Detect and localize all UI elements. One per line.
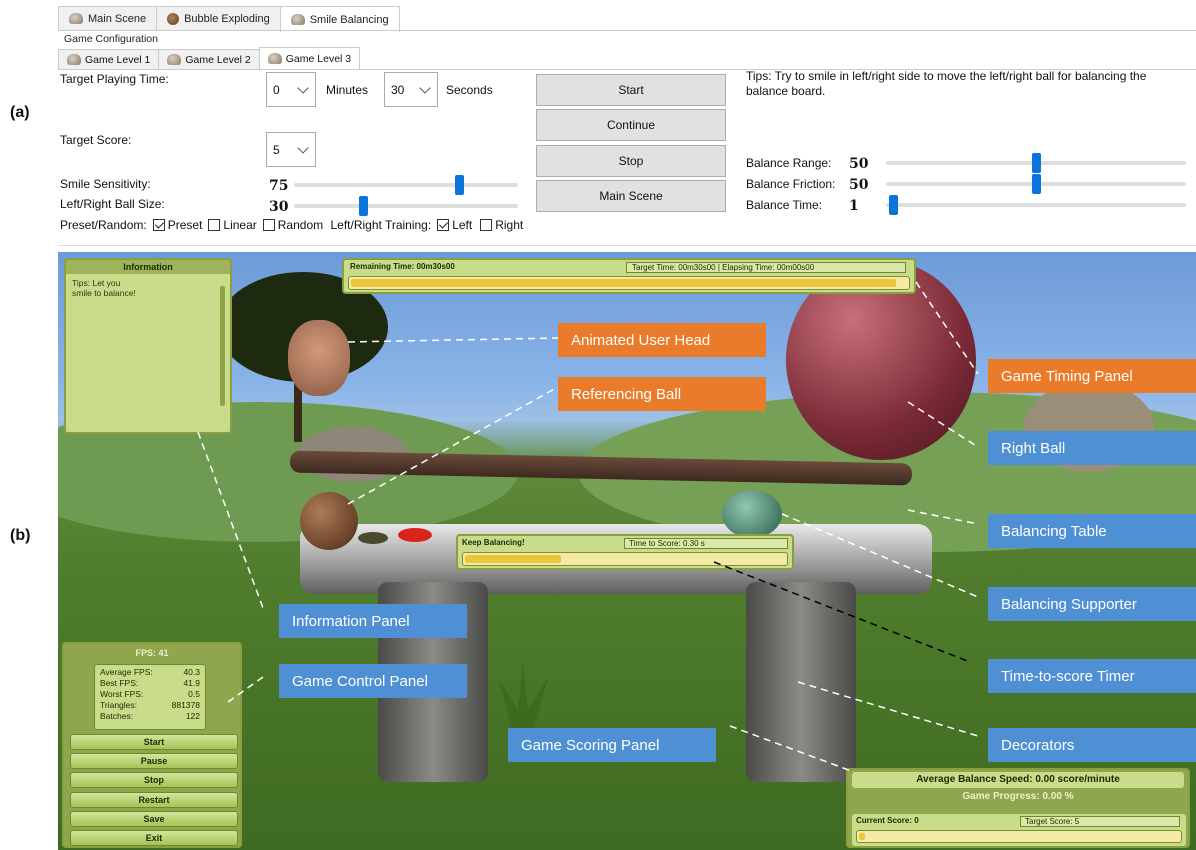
head-icon (69, 13, 83, 24)
ball-size-label: Left/Right Ball Size: (60, 197, 165, 211)
linear-checkbox[interactable] (208, 219, 221, 231)
continue-button[interactable]: Continue (536, 109, 726, 141)
balance-time-label: Balance Time: (746, 198, 823, 212)
label-balancing-supporter: Balancing Supporter (988, 587, 1196, 621)
balance-friction-label: Balance Friction: (746, 177, 836, 191)
preset-random-label: Preset/Random: (60, 218, 147, 232)
ball-size-slider[interactable] (294, 196, 518, 216)
group-title: Game Configuration (64, 33, 158, 45)
label-time-to-score-timer: Time-to-score Timer (988, 659, 1196, 693)
head-icon (67, 54, 81, 65)
tab-game-level-2[interactable]: Game Level 2 (158, 49, 260, 69)
slider-thumb[interactable] (889, 195, 898, 215)
slider-thumb[interactable] (1032, 174, 1041, 194)
start-button[interactable]: Start (536, 74, 726, 106)
slider-thumb[interactable] (359, 196, 368, 216)
target-score-label: Target Score: (60, 133, 132, 147)
label-animated-user-head: Animated User Head (558, 323, 766, 357)
tab-smile-balancing[interactable]: Smile Balancing (279, 6, 400, 32)
right-option-label: Right (495, 218, 524, 232)
level-tab-bar: Game Level 1 Game Level 2 Game Level 3 (58, 47, 361, 69)
balance-time-slider[interactable] (886, 195, 1186, 215)
tab-label: Bubble Exploding (184, 12, 270, 25)
minutes-value: 0 (273, 82, 280, 97)
target-score-value: 5 (273, 142, 280, 157)
head-icon (267, 53, 282, 64)
head-icon (290, 14, 305, 25)
balance-friction-slider[interactable] (886, 174, 1186, 194)
main-scene-button[interactable]: Main Scene (536, 180, 726, 212)
tab-bubble-exploding[interactable]: Bubble Exploding (156, 6, 281, 30)
chevron-down-icon (419, 82, 431, 94)
tab-label: Game Level 2 (185, 53, 251, 66)
training-label: Left/Right Training: (330, 218, 432, 232)
left-checkbox[interactable] (437, 219, 450, 231)
stop-button[interactable]: Stop (536, 145, 726, 177)
tab-label: Game Level 3 (285, 52, 352, 65)
smile-sensitivity-label: Smile Sensitivity: (60, 177, 151, 191)
main-tab-bar: Main Scene Bubble Exploding Smile Balanc… (58, 6, 400, 32)
target-playing-time-label: Target Playing Time: (60, 72, 169, 86)
linear-option-label: Linear (223, 218, 257, 232)
ball-size-value: 30 (269, 199, 289, 215)
random-option-label: Random (277, 218, 324, 232)
label-referencing-ball: Referencing Ball (558, 377, 766, 411)
label-balancing-table: Balancing Table (988, 514, 1196, 548)
smile-sensitivity-value: 75 (269, 178, 289, 194)
label-game-timing-panel: Game Timing Panel (988, 359, 1196, 393)
game-scene: Information Tips: Let you smile to balan… (58, 252, 1196, 850)
seconds-value: 30 (391, 82, 405, 97)
tips-text: Tips: Try to smile in left/right side to… (746, 69, 1147, 98)
tab-main-scene[interactable]: Main Scene (58, 6, 158, 30)
panel-label-b: (b) (10, 527, 31, 544)
smile-sensitivity-slider[interactable] (294, 175, 518, 195)
right-checkbox[interactable] (480, 219, 493, 231)
tab-game-level-3[interactable]: Game Level 3 (258, 47, 361, 69)
tab-label: Game Level 1 (85, 53, 151, 66)
tab-game-level-1[interactable]: Game Level 1 (58, 49, 160, 69)
slider-thumb[interactable] (455, 175, 464, 195)
preset-checkbox[interactable] (152, 219, 165, 231)
brown-ball-icon (167, 12, 180, 25)
balance-range-label: Balance Range: (746, 156, 832, 170)
tab-label: Main Scene (88, 12, 147, 25)
label-decorators: Decorators (988, 728, 1196, 762)
game-configuration-window: Main Scene Bubble Exploding Smile Balanc… (58, 6, 1196, 246)
slider-thumb[interactable] (1032, 153, 1041, 173)
random-checkbox[interactable] (262, 219, 275, 231)
preset-option-label: Preset (167, 218, 203, 232)
target-score-select[interactable]: 5 (266, 132, 316, 167)
chevron-down-icon (297, 82, 309, 94)
balance-time-value: 1 (849, 198, 859, 214)
label-game-control-panel: Game Control Panel (279, 664, 467, 698)
seconds-select[interactable]: 30 (384, 72, 438, 107)
balance-friction-value: 50 (849, 177, 869, 193)
preset-random-row: Preset/Random: Preset Linear Random Left/Ri… (60, 218, 523, 232)
seconds-unit: Seconds (446, 83, 493, 97)
tab-label: Smile Balancing (309, 13, 389, 26)
label-game-scoring-panel: Game Scoring Panel (508, 728, 716, 762)
left-option-label: Left (452, 218, 473, 232)
minutes-select[interactable]: 0 (266, 72, 316, 107)
label-right-ball: Right Ball (988, 431, 1196, 465)
chevron-down-icon (297, 142, 309, 154)
minutes-unit: Minutes (326, 83, 369, 97)
panel-label-a: (a) (10, 104, 30, 121)
balance-range-slider[interactable] (886, 153, 1186, 173)
balance-range-value: 50 (849, 156, 869, 172)
label-information-panel: Information Panel (279, 604, 467, 638)
head-icon (167, 54, 182, 65)
